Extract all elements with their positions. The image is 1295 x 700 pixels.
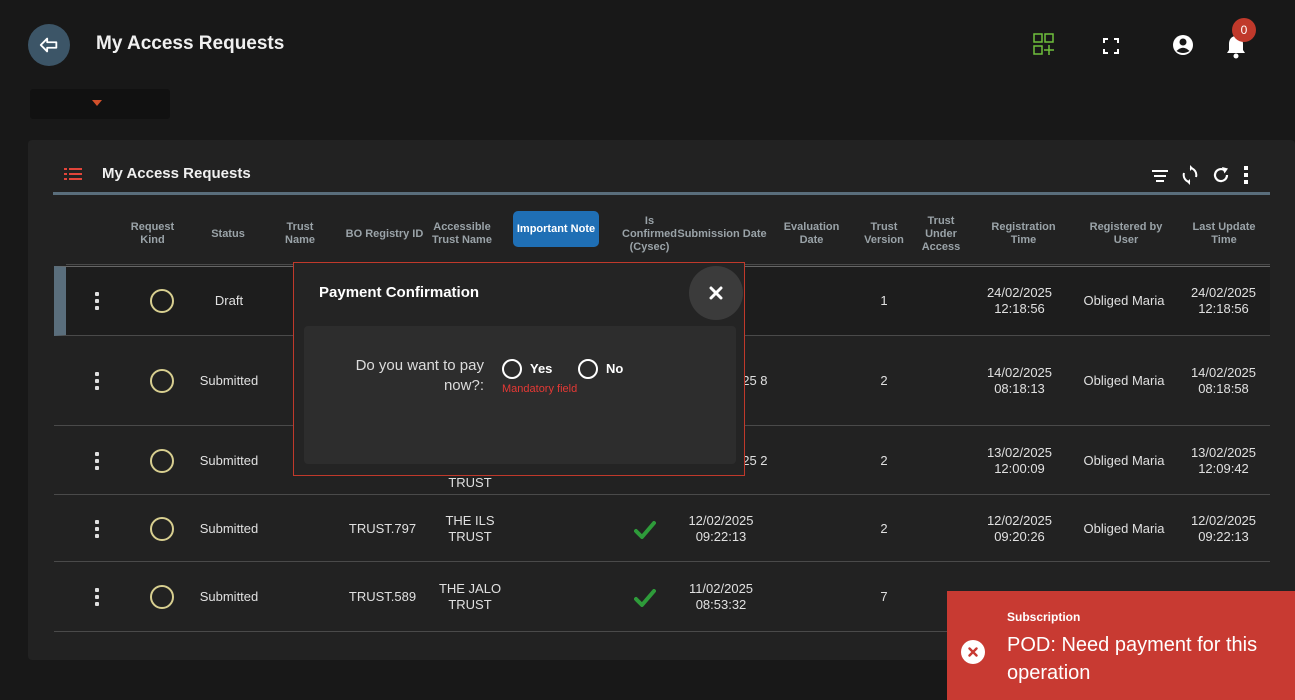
trust-version-cell: 1 <box>880 293 888 308</box>
sort-icon[interactable] <box>1152 170 1168 182</box>
col-evaluation-date[interactable]: Evaluation Date <box>778 205 845 263</box>
back-arrow-icon <box>39 37 58 53</box>
col-bo-registry-id[interactable]: BO Registry ID <box>342 205 427 263</box>
mandatory-field-error: Mandatory field <box>502 383 578 395</box>
status-cell: Draft <box>214 293 244 308</box>
col-registration-time[interactable]: Registration Time <box>982 205 1065 263</box>
dialog-header: Payment Confirmation <box>294 263 744 321</box>
back-button[interactable] <box>28 24 70 66</box>
request-kind-circle-icon <box>150 289 174 313</box>
registration-time-cell: 13/02/2025 12:00:09 <box>986 444 1053 476</box>
accessible-trust-name-cell: TRUST <box>448 475 492 490</box>
radio-yes[interactable] <box>502 359 522 379</box>
caret-down-icon <box>92 100 102 106</box>
col-important-note[interactable]: Important Note <box>513 211 599 247</box>
panel-separator <box>53 192 1270 195</box>
more-vert-icon[interactable] <box>1243 166 1249 184</box>
close-button[interactable] <box>689 266 743 320</box>
pay-now-question: Do you want to pay now?: <box>355 357 484 394</box>
error-circle-icon <box>961 640 985 664</box>
dialog-title: Payment Confirmation <box>319 284 480 301</box>
registration-time-cell: 14/02/2025 08:18:13 <box>986 365 1053 396</box>
list-icon <box>64 168 82 180</box>
accessible-trust-name-cell: THE ILS TRUST <box>445 512 495 544</box>
toast-message: POD: Need payment for this operation <box>1007 634 1258 684</box>
request-kind-circle-icon <box>150 369 174 393</box>
row-menu-icon[interactable] <box>90 292 104 310</box>
col-submission-date[interactable]: Submission Date <box>676 205 768 263</box>
bo-registry-id-cell: TRUST.589 <box>348 589 417 604</box>
account-icon[interactable] <box>1172 34 1194 56</box>
registered-by-cell: Obliged Maria <box>1083 520 1165 536</box>
top-bar: My Access Requests 0 <box>0 0 1295 80</box>
col-status[interactable]: Status <box>203 205 253 263</box>
notification-badge: 0 <box>1232 18 1256 42</box>
col-last-update-time[interactable]: Last Update Time <box>1180 205 1268 263</box>
registered-by-cell: Obliged Maria <box>1083 452 1165 468</box>
sync-icon[interactable] <box>1182 165 1198 185</box>
bo-registry-id-cell: TRUST.797 <box>348 520 417 536</box>
radio-yes-label[interactable]: Yes <box>530 361 552 376</box>
filter-dropdown[interactable] <box>30 89 170 119</box>
row-menu-icon[interactable] <box>90 372 104 390</box>
row-menu-icon[interactable] <box>90 519 104 538</box>
last-update-time-cell: 24/02/2025 12:18:56 <box>1190 285 1257 316</box>
refresh-icon[interactable] <box>1212 166 1230 184</box>
col-trust-name[interactable]: Trust Name <box>280 205 320 263</box>
submission-date-cell: 12/02/2025 09:22:13 <box>688 512 754 544</box>
trust-version-cell: 2 <box>880 452 888 468</box>
last-update-time-cell: 12/02/2025 09:22:13 <box>1190 512 1257 544</box>
request-kind-circle-icon <box>150 448 174 473</box>
col-trust-version[interactable]: Trust Version <box>858 205 910 263</box>
radio-no[interactable] <box>578 359 598 379</box>
registration-time-cell: 24/02/2025 12:18:56 <box>986 285 1053 316</box>
last-update-time-cell: 13/02/2025 12:09:42 <box>1190 444 1257 476</box>
confirmed-check-icon <box>632 519 658 541</box>
registration-time-cell: 12/02/2025 09:20:26 <box>986 512 1053 544</box>
apps-add-icon[interactable] <box>1033 33 1055 59</box>
col-is-confirmed[interactable]: Is Confirmed (Cysec) <box>617 205 682 263</box>
trust-version-cell: 7 <box>880 589 888 604</box>
close-icon <box>709 286 723 300</box>
request-kind-circle-icon <box>150 516 174 541</box>
registered-by-cell: Obliged Maria <box>1083 293 1165 308</box>
panel-title: My Access Requests <box>102 165 251 182</box>
payment-confirmation-dialog: Payment Confirmation Do you want to pay … <box>293 262 745 476</box>
fullscreen-icon[interactable] <box>1103 38 1119 54</box>
status-cell: Submitted <box>199 452 259 468</box>
error-toast[interactable]: Subscription POD: Need payment for this … <box>947 591 1295 700</box>
col-registered-by-user[interactable]: Registered by User <box>1076 205 1176 263</box>
toast-title: Subscription <box>1007 610 1081 624</box>
trust-version-cell: 2 <box>880 520 888 536</box>
request-kind-circle-icon <box>150 585 174 609</box>
radio-no-label[interactable]: No <box>606 361 623 376</box>
accessible-trust-name-cell: THE JALO TRUST <box>438 581 502 612</box>
submission-date-cell: 11/02/2025 08:53:32 <box>688 581 754 612</box>
registered-by-cell: Obliged Maria <box>1083 373 1165 388</box>
last-update-time-cell: 14/02/2025 08:18:58 <box>1190 365 1257 396</box>
status-cell: Submitted <box>199 373 259 388</box>
confirmed-check-icon <box>632 587 658 609</box>
row-menu-icon[interactable] <box>90 588 104 606</box>
trust-version-cell: 2 <box>880 373 888 388</box>
col-request-kind[interactable]: Request Kind <box>130 205 175 263</box>
row-menu-icon[interactable] <box>90 451 104 470</box>
dialog-body: Do you want to pay now?: Yes No Mandator… <box>304 326 736 464</box>
status-cell: Submitted <box>199 589 259 604</box>
page-title: My Access Requests <box>96 33 285 54</box>
col-accessible-trust-name[interactable]: Accessible Trust Name <box>432 205 492 263</box>
col-trust-under-access[interactable]: Trust Under Access <box>916 205 966 263</box>
status-cell: Submitted <box>199 520 259 536</box>
